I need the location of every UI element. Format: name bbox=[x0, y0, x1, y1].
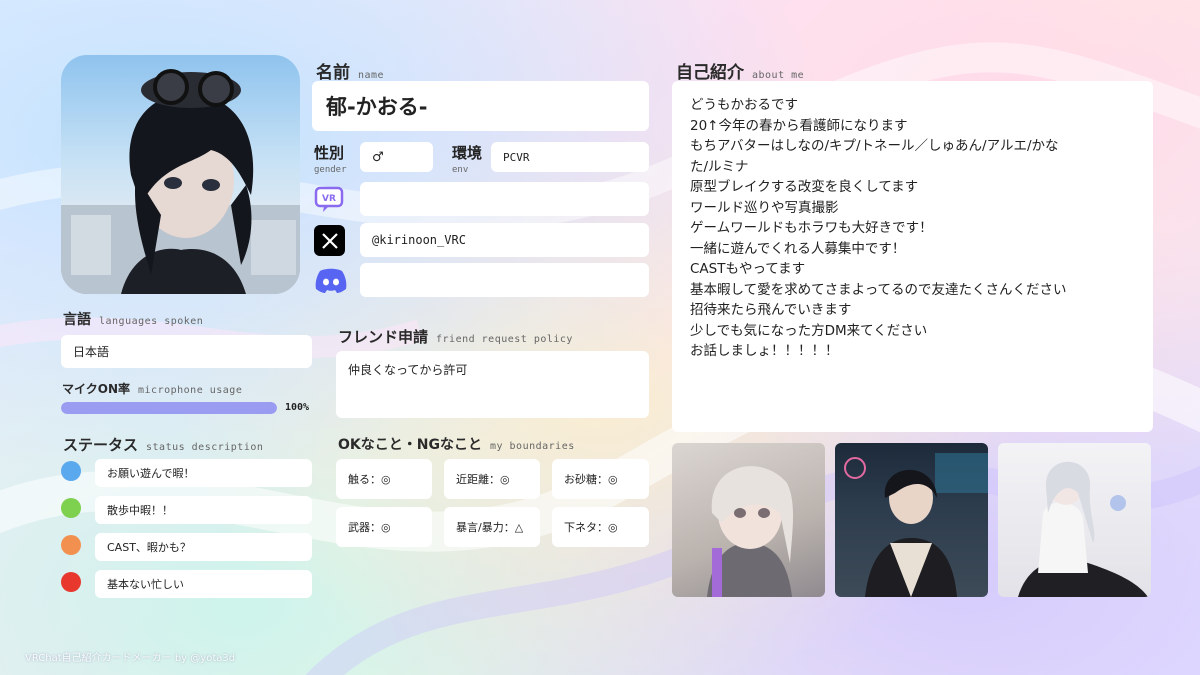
about-text: どうもかおるです 20↑今年の春から看護師になります もちアバターはしなの/キプ… bbox=[690, 97, 1067, 359]
boundary-item: 触る：◎ bbox=[336, 459, 432, 499]
profile-avatar bbox=[61, 55, 300, 294]
status-dot-available bbox=[61, 461, 81, 481]
status-dot-walking bbox=[61, 498, 81, 518]
friend-request-value: 仲良くなってから許可 bbox=[348, 363, 468, 377]
mic-percent: 100% bbox=[285, 402, 310, 413]
discord-icon bbox=[314, 266, 348, 294]
boundary-item: 下ネタ：◎ bbox=[552, 507, 649, 547]
x-logo-icon bbox=[314, 225, 345, 256]
languages-field: 日本語 bbox=[61, 335, 312, 368]
vrchat-icon: VR bbox=[314, 185, 344, 215]
gender-value: ♂ bbox=[372, 149, 384, 165]
friend-request-heading: フレンド申請 friend request policy bbox=[338, 328, 573, 346]
gender-field: ♂ bbox=[360, 142, 433, 172]
about-box: どうもかおるです 20↑今年の春から看護師になります もちアバターはしなの/キプ… bbox=[672, 81, 1153, 432]
mic-heading: マイクON率 microphone usage bbox=[62, 382, 243, 396]
name-heading: 名前 name bbox=[316, 63, 385, 83]
x-account-field: @kirinoon_VRC bbox=[360, 223, 649, 257]
gallery-photo-2 bbox=[835, 443, 988, 597]
friend-request-field: 仲良くなってから許可 bbox=[336, 351, 649, 418]
languages-value: 日本語 bbox=[73, 345, 110, 359]
gender-label: 性別 gender bbox=[314, 144, 347, 176]
boundary-item: 暴言/暴力：△ bbox=[444, 507, 540, 547]
discord-field bbox=[360, 263, 649, 297]
svg-text:VR: VR bbox=[322, 194, 336, 204]
x-account-value: @kirinoon_VRC bbox=[372, 233, 466, 247]
mic-bar-fill bbox=[61, 402, 277, 414]
status-item: 散歩中暇！！ bbox=[95, 496, 312, 524]
avatar-illustration bbox=[61, 69, 300, 294]
name-value: 郁-かおる- bbox=[326, 95, 428, 119]
status-dot-maybe bbox=[61, 535, 81, 555]
env-value: PCVR bbox=[503, 150, 530, 164]
boundaries-heading: OKなこと・NGなこと my boundaries bbox=[338, 437, 575, 453]
env-label: 環境 env bbox=[452, 144, 483, 176]
status-item: 基本ない忙しい bbox=[95, 570, 312, 598]
languages-heading: 言語 languages spoken bbox=[63, 312, 204, 328]
gallery-photo-1 bbox=[672, 443, 825, 597]
status-item: お願い遊んで暇！ bbox=[95, 459, 312, 487]
about-heading: 自己紹介 about me bbox=[676, 63, 805, 83]
status-item: CAST、暇かも？ bbox=[95, 533, 312, 561]
vrchat-field bbox=[360, 182, 649, 216]
mic-bar-track bbox=[61, 402, 277, 414]
gallery-photo-3 bbox=[998, 443, 1151, 597]
env-field: PCVR bbox=[491, 142, 649, 172]
status-heading: ステータス status description bbox=[63, 436, 264, 454]
name-field: 郁-かおる- bbox=[312, 81, 649, 131]
footer-credit: VRChat自己紹介カードメーカー by @yota3d bbox=[25, 653, 236, 664]
boundary-item: 近距離：◎ bbox=[444, 459, 540, 499]
boundary-item: 武器：◎ bbox=[336, 507, 432, 547]
boundary-item: お砂糖：◎ bbox=[552, 459, 649, 499]
status-dot-busy bbox=[61, 572, 81, 592]
